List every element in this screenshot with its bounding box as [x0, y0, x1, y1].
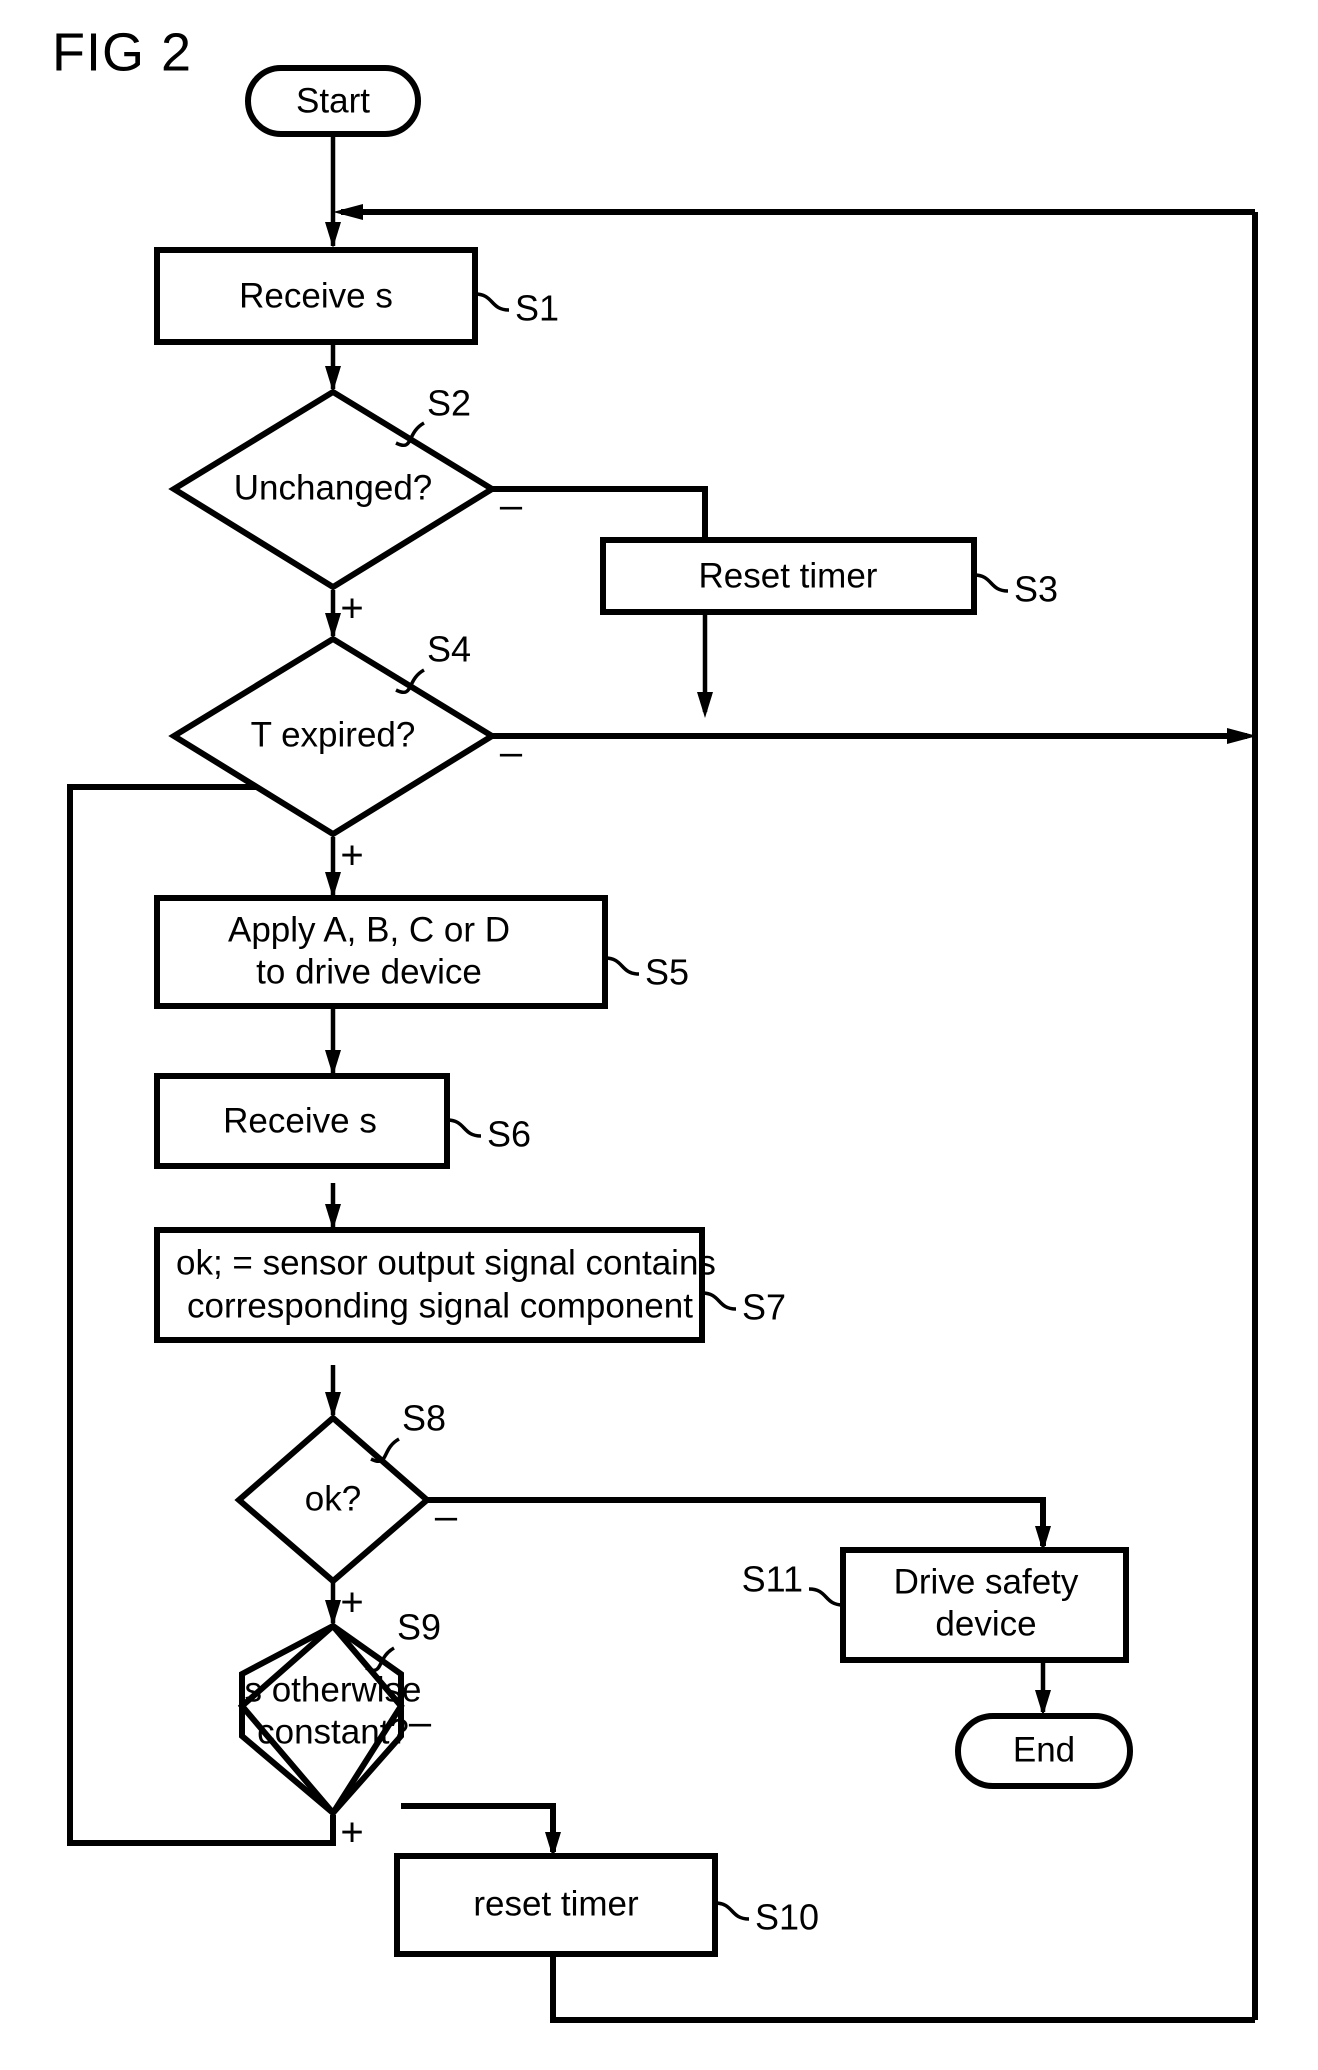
figure-page: Start Receive s S1 Unchanged? S2 – + Res…: [0, 0, 1318, 2070]
flowchart-canvas: Start Receive s S1 Unchanged? S2 – + Res…: [52, 22, 1258, 2023]
connector-s2-to-s4: [325, 590, 341, 639]
node-s9-label-line1: s otherwise: [244, 1670, 421, 1709]
node-start: Start: [245, 65, 421, 137]
node-s6: Receive s S6: [154, 1073, 531, 1169]
node-s2-minus-label: –: [500, 484, 523, 528]
node-s1-ref: S1: [515, 288, 559, 329]
connector-s4-to-s5: [325, 837, 341, 898]
node-s3-label: Reset timer: [699, 556, 878, 595]
connector-s4-minus-to-right-rail: [492, 728, 1257, 744]
connector-s2-minus-to-s3: [492, 486, 708, 540]
node-s2-plus-label: +: [340, 587, 363, 631]
node-s4-minus-label: –: [500, 731, 523, 775]
node-s11-label-line2: device: [935, 1604, 1036, 1643]
figure-title: FIG 2: [52, 22, 192, 82]
node-start-label: Start: [296, 81, 370, 120]
node-s9-minus-label: –: [409, 1701, 432, 1745]
node-s10-ref: S10: [755, 1897, 819, 1938]
connector-s8-to-s9: [325, 1583, 341, 1626]
node-end-label: End: [1013, 1730, 1075, 1769]
node-s7: ok; = sensor output signal contains corr…: [154, 1227, 786, 1343]
node-s2: Unchanged? S2 – +: [168, 383, 523, 631]
node-s4-ref: S4: [427, 629, 471, 670]
connector-s11-to-end: [1035, 1660, 1051, 1716]
connector-start-to-s1: [325, 133, 341, 248]
node-s4-plus-label: +: [340, 834, 363, 878]
node-s11-ref: S11: [742, 1559, 803, 1600]
node-s7-label-line1: ok; = sensor output signal contains: [176, 1243, 716, 1282]
connector-s6-to-s7: [325, 1183, 341, 1230]
node-s10: reset timer S10: [394, 1853, 819, 1957]
node-s9: s otherwise constant? S9 – +: [237, 1607, 441, 1855]
node-s8: ok? S8 – +: [234, 1398, 458, 1625]
connector-s8-minus-to-s11: [427, 1497, 1051, 1552]
node-s5-ref: S5: [645, 952, 689, 993]
node-s8-ref: S8: [402, 1398, 446, 1439]
connector-s5-to-s6: [325, 1004, 341, 1076]
node-s7-ref: S7: [742, 1287, 786, 1328]
node-s11: Drive safety device S11: [742, 1547, 1129, 1663]
connector-s9-minus-to-s10: [401, 1803, 561, 1858]
node-s9-ref: S9: [397, 1607, 441, 1648]
node-s5-label-line1: Apply A, B, C or D: [228, 910, 510, 949]
node-s8-minus-label: –: [435, 1495, 458, 1539]
node-s11-label-line1: Drive safety: [894, 1562, 1079, 1601]
node-s9-label-line2: constant?: [257, 1712, 409, 1751]
node-s10-label: reset timer: [473, 1884, 639, 1923]
connector-loopback-top: [333, 204, 1255, 220]
node-s1: Receive s S1: [154, 247, 559, 345]
node-s3-ref: S3: [1014, 569, 1058, 610]
node-s6-ref: S6: [487, 1114, 531, 1155]
node-s3: Reset timer S3: [600, 537, 1058, 615]
node-s7-label-line2: corresponding signal component: [187, 1286, 693, 1325]
node-s5-label-line2: to drive device: [256, 952, 482, 991]
connector-s7-to-s8: [325, 1365, 341, 1418]
node-s2-label: Unchanged?: [234, 468, 433, 507]
connector-s1-to-s2: [325, 342, 341, 392]
node-s5: Apply A, B, C or D to drive device S5: [154, 895, 689, 1009]
node-s6-label: Receive s: [223, 1101, 377, 1140]
node-s8-plus-label: +: [340, 1581, 363, 1625]
connector-s10-to-right-rail: [550, 1954, 1255, 2023]
node-s9-plus-label: +: [340, 1811, 363, 1855]
node-s4-label: T expired?: [251, 715, 416, 754]
node-s1-label: Receive s: [239, 276, 393, 315]
node-s2-ref: S2: [427, 383, 471, 424]
node-s8-label: ok?: [305, 1479, 361, 1518]
connector-s3-to-rail: [697, 612, 713, 718]
node-end: End: [955, 1713, 1133, 1789]
node-s4: T expired? S4 – +: [168, 629, 523, 878]
